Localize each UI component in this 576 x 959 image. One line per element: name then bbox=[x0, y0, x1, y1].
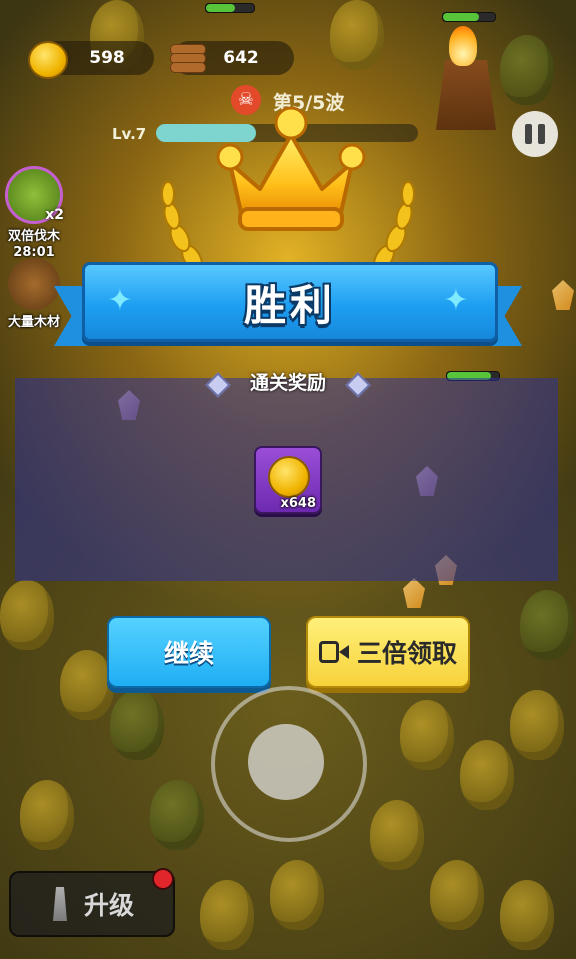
double-badge: x2 bbox=[45, 207, 64, 223]
notification-dot bbox=[152, 868, 174, 890]
laurel-right-icon bbox=[373, 181, 415, 270]
diamond-icon bbox=[205, 371, 231, 398]
sparkle-icon: ✦ bbox=[107, 283, 133, 318]
tree bbox=[0, 580, 54, 650]
bulk-wood-button[interactable]: 大量木材 bbox=[4, 258, 64, 330]
pause-button[interactable] bbox=[512, 111, 558, 157]
victory-banner: 胜利 bbox=[82, 262, 498, 342]
tower-icon bbox=[52, 887, 67, 921]
double-wood-button[interactable]: x2 双倍伐木 28:01 bbox=[4, 166, 64, 260]
victory-title: 胜利 bbox=[243, 280, 336, 330]
upgrade-button[interactable]: 升级 bbox=[9, 871, 175, 937]
triple-reward-button[interactable]: 三倍领取 bbox=[306, 616, 470, 688]
reward-item-card: x648 bbox=[254, 446, 322, 514]
tree bbox=[500, 880, 554, 950]
tree bbox=[150, 780, 204, 850]
tower-hp-bar bbox=[442, 12, 496, 22]
tree bbox=[430, 860, 484, 930]
continue-label: 继续 bbox=[163, 639, 214, 668]
joystick-knob[interactable] bbox=[248, 724, 324, 800]
tree bbox=[60, 650, 114, 720]
gold-amount: 598 bbox=[89, 48, 125, 68]
gold-coin-icon bbox=[28, 41, 68, 79]
tree bbox=[270, 860, 324, 930]
fire-icon bbox=[449, 26, 477, 66]
reward-quantity: x648 bbox=[280, 496, 316, 511]
continue-button[interactable]: 继续 bbox=[107, 616, 271, 688]
reward-title: 通关奖励 bbox=[249, 372, 326, 394]
crown-icon bbox=[216, 106, 366, 231]
double-wood-icon: x2 bbox=[5, 166, 64, 224]
level-label: Lv.7 bbox=[112, 125, 147, 143]
tree bbox=[520, 590, 574, 660]
wood-amount: 642 bbox=[223, 48, 259, 68]
crystal bbox=[552, 280, 574, 310]
tree bbox=[500, 35, 554, 105]
tree bbox=[460, 740, 514, 810]
triple-reward-label: 三倍领取 bbox=[356, 639, 457, 668]
tree bbox=[200, 880, 254, 950]
tree bbox=[330, 0, 384, 70]
tree bbox=[370, 800, 424, 870]
wood-log-icon bbox=[170, 44, 206, 73]
video-camera-icon bbox=[318, 641, 349, 663]
diamond-icon bbox=[345, 371, 371, 398]
reward-header: 通关奖励 bbox=[0, 368, 576, 398]
tree bbox=[20, 780, 74, 850]
tree bbox=[510, 690, 564, 760]
crystal bbox=[403, 578, 425, 608]
building-hp-bar bbox=[205, 3, 255, 13]
tower bbox=[436, 60, 496, 130]
tree bbox=[110, 690, 164, 760]
pause-icon bbox=[525, 124, 532, 144]
tree bbox=[400, 700, 454, 770]
gold-coin-icon bbox=[268, 456, 310, 498]
laurel-left-icon bbox=[161, 181, 203, 270]
sparkle-icon: ✦ bbox=[443, 283, 469, 318]
upgrade-label: 升级 bbox=[83, 891, 134, 920]
log-pile-icon bbox=[8, 258, 60, 310]
double-wood-label: 双倍伐木 bbox=[7, 229, 60, 244]
bulk-wood-label: 大量木材 bbox=[7, 315, 60, 330]
